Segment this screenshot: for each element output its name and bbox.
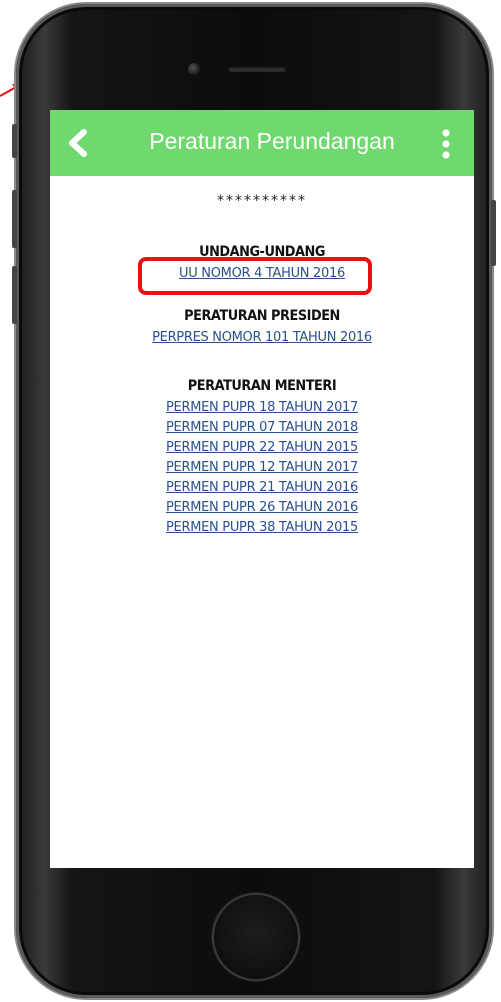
link-permen-pupr-26-tahun-2016[interactable]: PERMEN PUPR 26 TAHUN 2016: [166, 498, 358, 518]
section-title-peraturan-menteri: PERATURAN MENTERI: [187, 378, 337, 394]
link-uu-nomor-4-tahun-2016[interactable]: UU NOMOR 4 TAHUN 2016: [179, 264, 345, 284]
link-permen-pupr-38-tahun-2015[interactable]: PERMEN PUPR 38 TAHUN 2015: [166, 518, 358, 538]
section-title-peraturan-presiden: PERATURAN PRESIDEN: [184, 308, 340, 324]
app-bar: Peraturan Perundangan: [50, 110, 474, 176]
volume-down-button: [12, 266, 17, 324]
power-button: [491, 200, 496, 266]
link-permen-pupr-07-tahun-2018[interactable]: PERMEN PUPR 07 TAHUN 2018: [166, 418, 358, 438]
section-title-undang-undang: UNDANG-UNDANG: [199, 244, 325, 260]
link-perpres-nomor-101-tahun-2016[interactable]: PERPRES NOMOR 101 TAHUN 2016: [152, 328, 372, 348]
link-permen-pupr-18-tahun-2017[interactable]: PERMEN PUPR 18 TAHUN 2017: [166, 398, 358, 418]
page-title: Peraturan Perundangan: [149, 128, 395, 154]
home-button[interactable]: [212, 893, 300, 981]
earpiece-speaker: [228, 66, 286, 72]
front-camera: [188, 63, 200, 75]
volume-up-button: [12, 190, 17, 248]
regulation-list: ********** UNDANG-UNDANG UU NOMOR 4 TAHU…: [50, 188, 474, 536]
link-permen-pupr-12-tahun-2017[interactable]: PERMEN PUPR 12 TAHUN 2017: [166, 458, 358, 478]
separator-stars: **********: [217, 193, 307, 209]
app-screen: Peraturan Perundangan ********** UNDANG-…: [50, 110, 474, 868]
more-vertical-icon[interactable]: [436, 128, 456, 160]
link-permen-pupr-22-tahun-2015[interactable]: PERMEN PUPR 22 TAHUN 2015: [166, 438, 358, 458]
mute-switch: [12, 124, 17, 158]
link-permen-pupr-21-tahun-2016[interactable]: PERMEN PUPR 21 TAHUN 2016: [166, 478, 358, 498]
